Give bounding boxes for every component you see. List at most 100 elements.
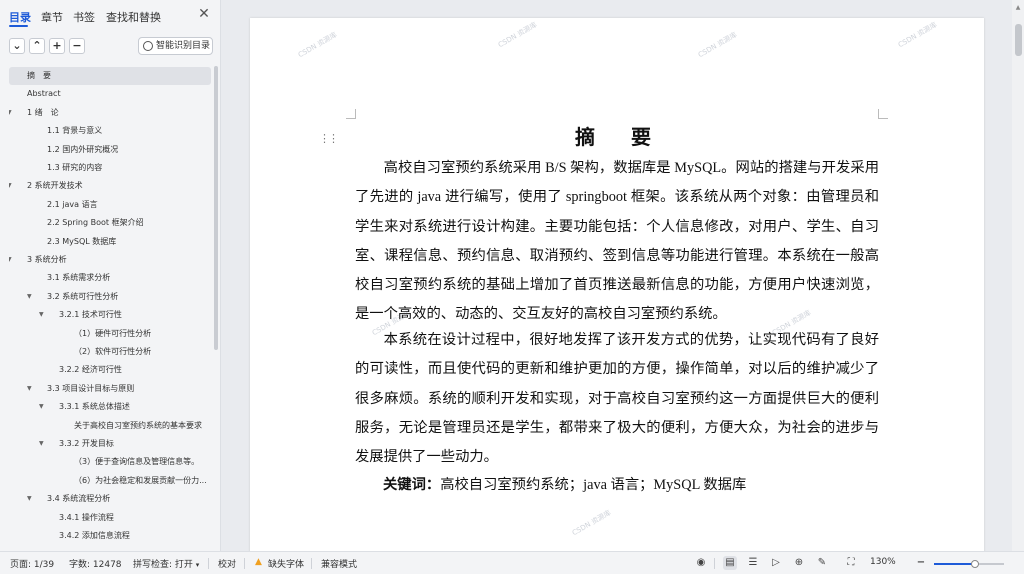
- toc-item-label: （1）硬件可行性分析: [74, 328, 152, 338]
- toc-item-label: 1.1 背景与意义: [47, 126, 103, 136]
- toc-item[interactable]: ▼ 1 绪 论: [9, 104, 211, 122]
- toc-item[interactable]: 2.3 MySQL 数据库: [9, 233, 211, 251]
- keywords-text: 高校自习室预约系统；java 语言；MySQL 数据库: [440, 477, 747, 493]
- toc-item[interactable]: ▼ 3.4 系统流程分析: [9, 490, 211, 508]
- toc-item[interactable]: ▼ 3.3.2 开发目标: [9, 435, 211, 453]
- word-count[interactable]: 字数: 12478: [69, 557, 122, 570]
- drag-handle-icon[interactable]: ⋮⋮: [319, 132, 339, 145]
- play-icon[interactable]: ▷: [769, 556, 783, 570]
- toc-item[interactable]: 1.3 研究的内容: [9, 159, 211, 177]
- toc-item[interactable]: （6）为社会稳定和发展贡献一份力...: [9, 472, 211, 490]
- toc-item[interactable]: ▼ 3.2 系统可行性分析: [9, 288, 211, 306]
- spell-check-label: 拼写检查: 打开: [133, 560, 193, 570]
- zoom-level[interactable]: 130%: [870, 557, 896, 567]
- toc-item-label: 3.4.2 添加信息流程: [59, 531, 130, 540]
- eye-icon[interactable]: ◉: [694, 556, 708, 570]
- page-view-icon[interactable]: ▤: [723, 556, 737, 570]
- expand-caret-icon[interactable]: ▼: [39, 398, 44, 416]
- toc-item[interactable]: （3）便于查询信息及管理信息等。: [9, 453, 211, 471]
- plus-icon[interactable]: +: [49, 38, 65, 54]
- toc-item-label: 2.2 Spring Boot 框架介绍: [47, 218, 144, 228]
- smart-toc-button[interactable]: 智能识别目录: [138, 37, 213, 55]
- page-indicator[interactable]: 页面: 1/39: [10, 557, 54, 570]
- outline-view-icon[interactable]: ☰: [746, 556, 760, 570]
- abstract-paragraph-1[interactable]: 高校自习室预约系统采用 B/S 架构，数据库是 MySQL。网站的搭建与开发采用…: [355, 154, 879, 330]
- spell-check-toggle[interactable]: 拼写检查: 打开 ▾: [133, 557, 199, 570]
- toc-item-label: 摘 要: [27, 71, 51, 80]
- toc-scrollbar-thumb[interactable]: [214, 66, 218, 350]
- tab-chapters[interactable]: 章节: [41, 9, 63, 25]
- toc-item[interactable]: 3.4.2 添加信息流程: [9, 527, 211, 545]
- abstract-paragraph-2[interactable]: 本系统在设计过程中，很好地发挥了该开发方式的优势，让实现代码有了良好的可读性，而…: [355, 326, 879, 472]
- toc-item[interactable]: 关于高校自习室预约系统的基本要求: [9, 417, 211, 435]
- panel-tabs: 目录 章节 书签 查找和替换 ✕: [0, 0, 221, 32]
- chevron-up-icon[interactable]: ⌃: [29, 38, 45, 54]
- proofread-button[interactable]: 校对: [218, 557, 236, 570]
- missing-font-button[interactable]: 缺失字体: [268, 557, 304, 570]
- close-icon[interactable]: ✕: [196, 6, 212, 22]
- toc-item-label: 1 绪 论: [27, 107, 59, 117]
- toc-item-label: Abstract: [27, 89, 61, 99]
- toc-item-label: 3.4 系统流程分析: [47, 494, 111, 504]
- expand-caret-icon[interactable]: ▼: [27, 380, 32, 398]
- expand-caret-icon[interactable]: ▼: [27, 490, 32, 508]
- toc-item-label: 3 系统分析: [27, 255, 67, 264]
- toc-item-label: 2.1 java 语言: [47, 199, 98, 209]
- watermark: CSDN 资源库: [570, 508, 613, 538]
- fit-page-icon[interactable]: ⛶: [844, 556, 858, 570]
- pen-icon[interactable]: ✎: [815, 556, 829, 570]
- keywords-label: 关键词：: [383, 477, 441, 493]
- toc-item-label: 3.4.1 操作流程: [59, 512, 114, 522]
- chevron-down-icon[interactable]: ⌄: [9, 38, 25, 54]
- tab-bookmarks[interactable]: 书签: [73, 9, 95, 25]
- toc-item[interactable]: 1.2 国内外研究概况: [9, 141, 211, 159]
- tab-find-replace[interactable]: 查找和替换: [106, 9, 161, 25]
- toc-item[interactable]: 摘 要: [9, 67, 211, 85]
- expand-caret-icon[interactable]: ▼: [39, 435, 44, 453]
- expand-caret-icon[interactable]: ▼: [9, 177, 12, 195]
- toc-item[interactable]: 3.4.1 操作流程: [9, 509, 211, 527]
- toc-item[interactable]: 3.2.2 经济可行性: [9, 361, 211, 379]
- active-tab-indicator: [9, 25, 28, 27]
- toc-item-label: （3）便于查询信息及管理信息等。: [74, 457, 200, 467]
- expand-caret-icon[interactable]: ▼: [9, 104, 12, 122]
- toc-item-label: 3.2 系统可行性分析: [47, 291, 119, 301]
- toc-item[interactable]: （1）硬件可行性分析: [9, 325, 211, 343]
- document-scrollbar[interactable]: [1012, 0, 1024, 551]
- document-workspace: CSDN 资源库 CSDN 资源库 CSDN 资源库 CSDN 资源库 CSDN…: [222, 0, 1012, 551]
- watermark: CSDN 资源库: [296, 30, 339, 60]
- toc-item[interactable]: Abstract: [9, 85, 211, 103]
- toc-item[interactable]: 2.2 Spring Boot 框架介绍: [9, 214, 211, 232]
- toc-item-label: 3.1 系统需求分析: [47, 273, 111, 283]
- toc-item-label: 1.3 研究的内容: [47, 163, 103, 172]
- expand-caret-icon[interactable]: ▼: [27, 288, 32, 306]
- tab-toc[interactable]: 目录: [9, 9, 31, 25]
- toc-item-label: 3.3.1 系统总体描述: [59, 402, 130, 412]
- minus-icon[interactable]: −: [69, 38, 85, 54]
- toc-item[interactable]: 2.1 java 语言: [9, 196, 211, 214]
- toc-item[interactable]: ▼ 3.3.1 系统总体描述: [9, 398, 211, 416]
- web-view-icon[interactable]: ⊕: [792, 556, 806, 570]
- toc-item[interactable]: ▼ 3.2.1 技术可行性: [9, 306, 211, 324]
- toc-item[interactable]: ▼ 3.3 项目设计目标与原则: [9, 380, 211, 398]
- margin-marker: [346, 109, 356, 119]
- divider: [208, 558, 209, 569]
- document-scrollbar-thumb[interactable]: [1015, 24, 1022, 56]
- toc-item-label: 2 系统开发技术: [27, 181, 83, 191]
- navigation-panel: 目录 章节 书签 查找和替换 ✕ ⌄ ⌃ + − 智能识别目录 摘 要 Abstr…: [0, 0, 221, 551]
- toc-item[interactable]: ▼ 2 系统开发技术: [9, 177, 211, 195]
- scroll-up-icon[interactable]: ▲: [1013, 4, 1023, 14]
- document-title[interactable]: 摘 要: [355, 121, 879, 150]
- zoom-slider-handle[interactable]: [970, 560, 979, 568]
- expand-caret-icon[interactable]: ▼: [39, 306, 44, 324]
- toc-item[interactable]: （2）软件可行性分析: [9, 343, 211, 361]
- toc-item[interactable]: 3.1 系统需求分析: [9, 269, 211, 287]
- expand-caret-icon[interactable]: ▼: [9, 251, 12, 269]
- keywords-line[interactable]: 关键词：高校自习室预约系统；java 语言；MySQL 数据库: [383, 471, 879, 500]
- zoom-out-icon[interactable]: −: [914, 556, 928, 570]
- toc-item[interactable]: 1.1 背景与意义: [9, 122, 211, 140]
- warning-icon: ▲: [255, 557, 262, 567]
- document-page[interactable]: CSDN 资源库 CSDN 资源库 CSDN 资源库 CSDN 资源库 CSDN…: [250, 18, 984, 551]
- smart-recognize-icon: [143, 41, 153, 51]
- toc-item[interactable]: ▼ 3 系统分析: [9, 251, 211, 269]
